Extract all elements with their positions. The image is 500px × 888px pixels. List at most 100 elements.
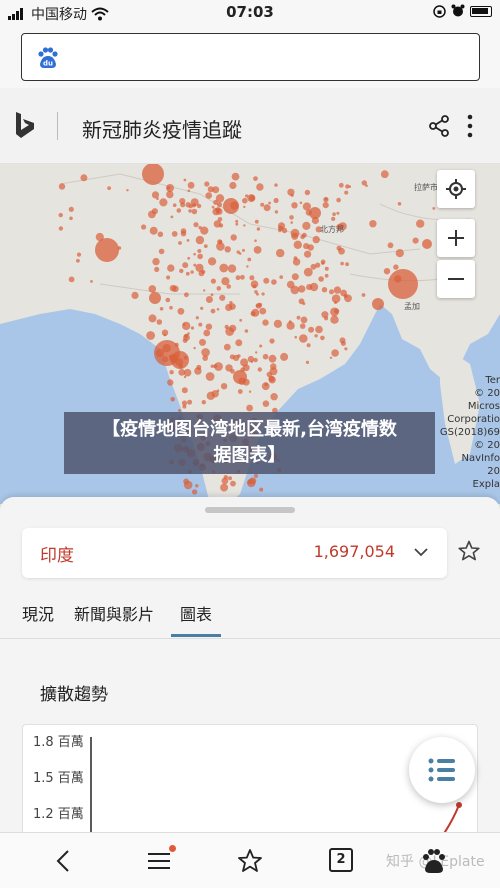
case-marker[interactable] xyxy=(197,249,202,253)
case-marker[interactable] xyxy=(243,224,246,227)
case-marker[interactable] xyxy=(183,375,187,379)
case-marker[interactable] xyxy=(393,264,399,270)
case-marker[interactable] xyxy=(240,367,245,372)
case-marker[interactable] xyxy=(247,257,252,262)
case-marker[interactable] xyxy=(205,372,215,381)
case-marker[interactable] xyxy=(203,244,208,248)
case-marker[interactable] xyxy=(324,266,329,271)
case-marker[interactable] xyxy=(225,364,233,372)
case-marker[interactable] xyxy=(196,364,202,370)
case-marker[interactable] xyxy=(239,318,243,322)
case-marker[interactable] xyxy=(151,191,160,199)
case-marker[interactable] xyxy=(311,216,319,225)
case-marker[interactable] xyxy=(185,271,190,276)
case-marker[interactable] xyxy=(249,195,256,202)
case-marker[interactable] xyxy=(240,358,249,367)
case-marker[interactable] xyxy=(226,284,231,289)
case-marker[interactable] xyxy=(223,475,228,480)
case-marker[interactable] xyxy=(293,240,302,249)
case-marker[interactable] xyxy=(255,351,258,354)
case-marker[interactable] xyxy=(182,321,191,331)
case-marker[interactable] xyxy=(331,216,336,221)
case-marker[interactable] xyxy=(270,393,278,401)
case-marker[interactable] xyxy=(167,264,175,272)
case-marker[interactable] xyxy=(298,285,306,293)
case-marker[interactable] xyxy=(397,202,402,206)
case-marker[interactable] xyxy=(269,338,275,344)
case-marker[interactable] xyxy=(182,323,186,326)
case-marker[interactable] xyxy=(320,259,326,265)
case-marker[interactable] xyxy=(324,273,329,278)
case-marker[interactable] xyxy=(256,292,259,296)
case-marker[interactable] xyxy=(309,282,319,292)
locate-me-button[interactable] xyxy=(437,170,475,208)
case-marker[interactable] xyxy=(288,320,292,324)
case-marker[interactable] xyxy=(256,227,261,231)
case-marker[interactable] xyxy=(372,298,384,310)
case-marker[interactable] xyxy=(58,183,66,190)
case-marker[interactable] xyxy=(254,219,259,224)
case-marker[interactable] xyxy=(187,189,191,193)
case-marker[interactable] xyxy=(266,371,272,378)
case-marker[interactable] xyxy=(162,344,171,353)
case-marker[interactable] xyxy=(278,225,284,231)
case-marker[interactable] xyxy=(142,164,164,185)
case-marker[interactable] xyxy=(186,239,190,242)
case-marker[interactable] xyxy=(416,219,425,228)
case-marker[interactable] xyxy=(205,323,213,330)
case-marker[interactable] xyxy=(329,356,333,359)
case-marker[interactable] xyxy=(262,353,269,360)
case-marker[interactable] xyxy=(383,268,391,275)
case-marker[interactable] xyxy=(199,338,206,346)
case-marker[interactable] xyxy=(158,248,165,255)
case-marker[interactable] xyxy=(195,235,205,245)
case-marker[interactable] xyxy=(263,204,271,212)
case-marker[interactable] xyxy=(146,331,156,340)
case-marker[interactable] xyxy=(299,201,303,205)
case-marker[interactable] xyxy=(291,202,298,209)
case-marker[interactable] xyxy=(394,275,402,283)
case-marker[interactable] xyxy=(235,219,239,223)
case-marker[interactable] xyxy=(302,221,311,230)
case-marker[interactable] xyxy=(195,484,199,488)
case-marker[interactable] xyxy=(205,192,212,199)
case-marker[interactable] xyxy=(380,170,389,179)
case-marker[interactable] xyxy=(169,370,174,375)
case-marker[interactable] xyxy=(299,334,308,343)
case-marker[interactable] xyxy=(203,329,211,337)
case-marker[interactable] xyxy=(223,343,231,351)
case-marker[interactable] xyxy=(248,390,252,393)
case-marker[interactable] xyxy=(331,349,339,357)
case-marker[interactable] xyxy=(163,333,167,337)
case-marker[interactable] xyxy=(90,280,93,283)
case-marker[interactable] xyxy=(169,305,173,310)
case-marker[interactable] xyxy=(340,289,347,297)
case-marker[interactable] xyxy=(322,202,329,209)
case-marker[interactable] xyxy=(174,342,179,347)
case-marker[interactable] xyxy=(243,205,246,209)
case-marker[interactable] xyxy=(187,256,191,260)
case-marker[interactable] xyxy=(246,404,254,412)
case-marker[interactable] xyxy=(412,237,419,244)
case-marker[interactable] xyxy=(291,273,299,281)
case-marker[interactable] xyxy=(76,258,80,263)
case-marker[interactable] xyxy=(238,377,246,385)
case-marker[interactable] xyxy=(193,346,196,350)
case-marker[interactable] xyxy=(179,268,184,274)
case-marker[interactable] xyxy=(181,387,188,394)
case-marker[interactable] xyxy=(193,222,199,228)
case-marker[interactable] xyxy=(216,202,223,208)
case-marker[interactable] xyxy=(216,308,220,311)
case-marker[interactable] xyxy=(201,269,206,274)
case-marker[interactable] xyxy=(369,220,377,228)
case-marker[interactable] xyxy=(250,280,259,288)
case-marker[interactable] xyxy=(200,306,204,310)
case-marker[interactable] xyxy=(170,215,174,219)
case-marker[interactable] xyxy=(193,252,196,256)
case-marker[interactable] xyxy=(361,293,366,297)
case-marker[interactable] xyxy=(180,230,187,237)
case-marker[interactable] xyxy=(229,301,233,305)
case-marker[interactable] xyxy=(154,266,160,272)
case-marker[interactable] xyxy=(151,208,158,215)
case-marker[interactable] xyxy=(261,292,265,296)
